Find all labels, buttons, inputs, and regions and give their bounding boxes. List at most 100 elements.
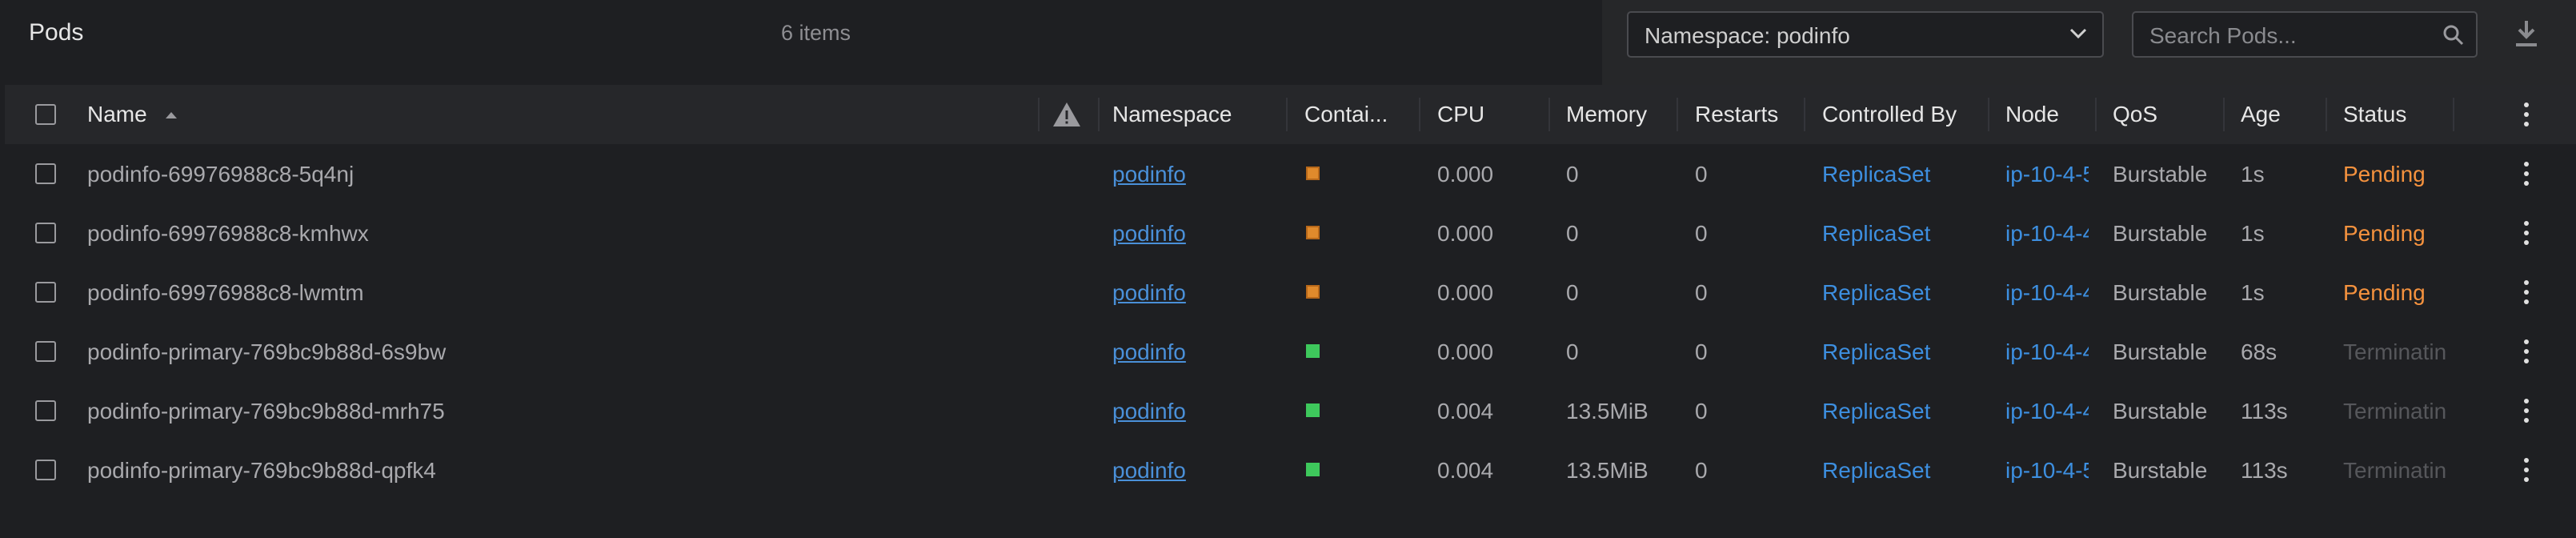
row-menu-icon[interactable]	[2524, 399, 2529, 423]
memory-value: 0	[1566, 221, 1579, 246]
column-header-containers[interactable]: Contai...	[1304, 102, 1388, 127]
column-header-cpu[interactable]: CPU	[1437, 102, 1484, 127]
namespace-select-label: Namespace: podinfo	[1645, 23, 1850, 48]
status-value: Pending	[2343, 280, 2426, 305]
container-status-indicator	[1306, 404, 1320, 417]
cpu-value: 0.000	[1437, 221, 1494, 246]
node-link[interactable]: ip-10-4-4	[2005, 221, 2089, 247]
controlled-by-link[interactable]: ReplicaSet	[1822, 162, 1982, 187]
column-header-memory[interactable]: Memory	[1566, 102, 1647, 127]
column-header-name[interactable]: Name	[87, 102, 147, 127]
age-value: 68s	[2241, 339, 2278, 364]
table-row[interactable]: podinfo-69976988c8-5q4nj podinfo 0.000 0 0 Re…	[5, 144, 2576, 203]
status-value: Terminatin	[2343, 458, 2447, 483]
qos-value: Burstable	[2113, 221, 2208, 246]
table-header: Name Namespace Contai... CPU Memory Rest…	[5, 85, 2576, 144]
qos-value: Burstable	[2113, 339, 2208, 364]
memory-value: 13.5MiB	[1566, 458, 1649, 483]
controlled-by-link[interactable]: ReplicaSet	[1822, 458, 1982, 484]
node-link[interactable]: ip-10-4-5	[2005, 458, 2089, 484]
cpu-value: 0.000	[1437, 162, 1494, 187]
qos-value: Burstable	[2113, 399, 2208, 424]
column-header-node[interactable]: Node	[2005, 102, 2059, 127]
chevron-down-icon	[2069, 28, 2087, 39]
pods-table: Name Namespace Contai... CPU Memory Rest…	[5, 85, 2576, 538]
row-menu-icon[interactable]	[2524, 339, 2529, 363]
column-separator	[1804, 98, 1805, 131]
row-checkbox[interactable]	[35, 460, 56, 480]
restarts-value: 0	[1695, 162, 1708, 187]
memory-value: 0	[1566, 280, 1579, 305]
age-value: 113s	[2241, 458, 2288, 483]
pod-name: podinfo-69976988c8-5q4nj	[87, 162, 355, 187]
column-separator	[1988, 98, 1989, 131]
cpu-value: 0.000	[1437, 339, 1494, 364]
memory-value: 0	[1566, 339, 1579, 364]
column-header-restarts[interactable]: Restarts	[1695, 102, 1778, 127]
node-link[interactable]: ip-10-4-5	[2005, 162, 2089, 187]
column-separator	[2095, 98, 2097, 131]
namespace-link[interactable]: podinfo	[1112, 399, 1272, 424]
namespace-link[interactable]: podinfo	[1112, 162, 1272, 187]
item-count: 6 items	[781, 21, 851, 45]
search-icon[interactable]	[2442, 24, 2465, 46]
node-link[interactable]: ip-10-4-4	[2005, 280, 2089, 306]
node-link[interactable]: ip-10-4-4	[2005, 399, 2089, 424]
row-checkbox[interactable]	[35, 223, 56, 243]
table-row[interactable]: podinfo-primary-769bc9b88d-6s9bw podinfo 0…	[5, 322, 2576, 381]
qos-value: Burstable	[2113, 162, 2208, 187]
column-header-namespace[interactable]: Namespace	[1112, 102, 1232, 127]
status-value: Terminatin	[2343, 399, 2447, 424]
select-all-checkbox[interactable]	[35, 104, 56, 125]
controlled-by-link[interactable]: ReplicaSet	[1822, 339, 1982, 365]
status-value: Pending	[2343, 162, 2426, 187]
controlled-by-link[interactable]: ReplicaSet	[1822, 221, 1982, 247]
column-separator	[1677, 98, 1678, 131]
cpu-value: 0.000	[1437, 280, 1494, 305]
cpu-value: 0.004	[1437, 399, 1494, 424]
row-menu-icon[interactable]	[2524, 458, 2529, 482]
column-separator	[1286, 98, 1288, 131]
status-value: Pending	[2343, 221, 2426, 246]
row-checkbox[interactable]	[35, 341, 56, 362]
table-row[interactable]: podinfo-69976988c8-kmhwx podinfo 0.000 0 0 Re…	[5, 203, 2576, 263]
restarts-value: 0	[1695, 280, 1708, 305]
download-icon[interactable]	[2513, 19, 2540, 48]
namespace-link[interactable]: podinfo	[1112, 458, 1272, 484]
column-separator	[1038, 98, 1040, 131]
sort-asc-icon[interactable]	[165, 111, 178, 119]
row-menu-icon[interactable]	[2524, 221, 2529, 245]
row-menu-icon[interactable]	[2524, 280, 2529, 304]
row-menu-icon[interactable]	[2524, 162, 2529, 186]
search-input[interactable]	[2148, 21, 2431, 51]
controlled-by-link[interactable]: ReplicaSet	[1822, 280, 1982, 306]
search-box[interactable]	[2132, 11, 2478, 58]
pod-name: podinfo-primary-769bc9b88d-6s9bw	[87, 339, 447, 364]
column-header-age[interactable]: Age	[2241, 102, 2281, 127]
namespace-link[interactable]: podinfo	[1112, 221, 1272, 247]
table-row[interactable]: podinfo-primary-769bc9b88d-mrh75 podinfo 0…	[5, 381, 2576, 440]
container-status-indicator	[1306, 463, 1320, 476]
node-link[interactable]: ip-10-4-4	[2005, 339, 2089, 365]
restarts-value: 0	[1695, 458, 1708, 483]
column-header-qos[interactable]: QoS	[2113, 102, 2157, 127]
row-checkbox[interactable]	[35, 282, 56, 303]
memory-value: 0	[1566, 162, 1579, 187]
row-checkbox[interactable]	[35, 400, 56, 421]
controlled-by-link[interactable]: ReplicaSet	[1822, 399, 1982, 424]
namespace-link[interactable]: podinfo	[1112, 339, 1272, 365]
column-header-status[interactable]: Status	[2343, 102, 2406, 127]
table-row[interactable]: podinfo-69976988c8-lwmtm podinfo 0.000 0 0 Re…	[5, 263, 2576, 322]
pod-name: podinfo-primary-769bc9b88d-qpfk4	[87, 458, 436, 483]
namespace-select[interactable]: Namespace: podinfo	[1627, 11, 2104, 58]
table-row[interactable]: podinfo-primary-769bc9b88d-qpfk4 podinfo 0…	[5, 440, 2576, 500]
column-menu-icon[interactable]	[2524, 102, 2529, 126]
row-checkbox[interactable]	[35, 163, 56, 184]
column-header-controlled-by[interactable]: Controlled By	[1822, 102, 1957, 127]
namespace-link[interactable]: podinfo	[1112, 280, 1272, 306]
page-title: Pods	[29, 19, 84, 46]
warning-icon[interactable]	[1052, 101, 1082, 128]
pod-name: podinfo-69976988c8-kmhwx	[87, 221, 369, 246]
column-separator	[1419, 98, 1420, 131]
restarts-value: 0	[1695, 339, 1708, 364]
